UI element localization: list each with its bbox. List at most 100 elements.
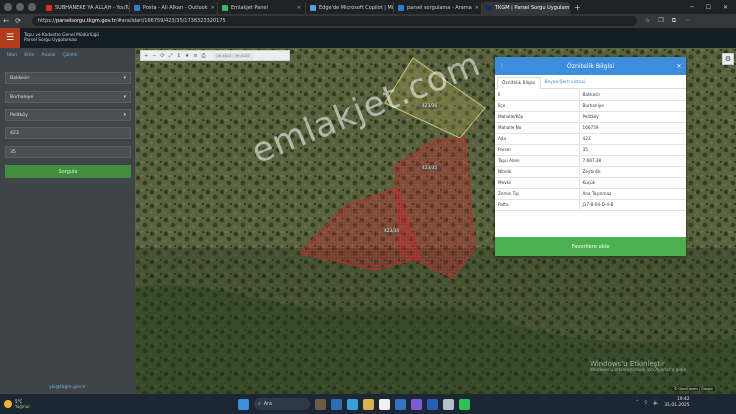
- windows-start-icon[interactable]: [238, 398, 249, 410]
- attribute-row: Parsel 35: [495, 144, 686, 156]
- browser-tab[interactable]: SUBHANEKE YA ALLAH - YouTube✕: [42, 2, 130, 14]
- district-select[interactable]: Burhaniye ▾: [5, 91, 131, 103]
- tab-analiz[interactable]: Analiz: [41, 53, 55, 58]
- whatsapp-icon[interactable]: [459, 398, 470, 410]
- browser-tab[interactable]: Posta - Ali Alkan - Outlook ✕: [130, 2, 218, 14]
- province-select[interactable]: Balıkesir ▾: [5, 72, 131, 84]
- app-title: Tapu ve Kadastro Genel Müdürlüğü Parsel …: [24, 33, 99, 44]
- zoom-in-icon[interactable]: +: [144, 53, 148, 59]
- bookmark-icon[interactable]: ★: [185, 53, 189, 59]
- contact-email[interactable]: yki@tkgm.gov.tr: [0, 385, 135, 390]
- more-icon[interactable]: ⋯: [684, 17, 690, 25]
- attribute-value: Ana Taşınmaz: [579, 188, 686, 200]
- tab-attributes[interactable]: Öznitelik Bilgisi: [497, 77, 541, 89]
- tab-kitle[interactable]: Kitle: [24, 53, 34, 58]
- query-button[interactable]: Sorgula: [5, 165, 131, 178]
- block-input[interactable]: 423: [5, 127, 131, 139]
- attribute-row: İlçe Burhaniye: [495, 100, 686, 112]
- volume-icon[interactable]: 🔈: [653, 400, 659, 406]
- parcel-value: 35: [10, 149, 16, 155]
- browser-tab-label: Emlakjet Panel: [231, 5, 268, 11]
- close-tab-icon[interactable]: ✕: [475, 5, 479, 11]
- minimize-icon[interactable]: ─: [690, 4, 694, 11]
- extensions-icon[interactable]: ⧉: [672, 17, 676, 25]
- neighborhood-select[interactable]: Pelitköy ▾: [5, 109, 131, 121]
- district-value: Burhaniye: [10, 94, 34, 100]
- new-tab-button[interactable]: +: [570, 3, 581, 12]
- settings-app-icon[interactable]: [443, 398, 454, 410]
- tab-cizimli[interactable]: Çizimli: [62, 53, 77, 58]
- favicon-icon: [222, 5, 228, 11]
- close-window-icon[interactable]: ✕: [723, 4, 728, 11]
- neighborhood-value: Pelitköy: [10, 112, 28, 118]
- edge-icon[interactable]: [347, 398, 358, 410]
- browser-tab[interactable]: Edge'de Microsoft Copilot | Micr✕: [306, 2, 394, 14]
- browser-tab-label: parsel sorgulama - Arama: [407, 5, 472, 11]
- taskbar-search-label: Ara: [263, 401, 272, 407]
- chrome-icon[interactable]: [379, 398, 390, 410]
- map-attribution: © OpenLayers | Google: [672, 387, 715, 391]
- reload-icon[interactable]: ⟳: [12, 17, 24, 25]
- close-icon[interactable]: ✕: [672, 63, 686, 70]
- maximize-icon[interactable]: ☐: [706, 4, 711, 11]
- weather-icon: [4, 400, 12, 408]
- parcel-input[interactable]: 35: [5, 146, 131, 158]
- facebook-icon[interactable]: [427, 398, 438, 410]
- clock[interactable]: 19:42 31.01.2025: [664, 397, 689, 409]
- attribute-table: İl Balıkesir İlçe Burhaniye Mahalle/Köy Pelit…: [495, 89, 686, 211]
- gear-icon[interactable]: ⚙: [722, 53, 734, 65]
- app-icon[interactable]: [411, 398, 422, 410]
- wifi-icon[interactable]: ⌔: [644, 400, 649, 406]
- browser-tab[interactable]: TKGM | Parsel Sorgu Uygulaması✕: [482, 2, 570, 14]
- close-tab-icon[interactable]: ✕: [297, 5, 301, 11]
- block-value: 423: [10, 130, 19, 136]
- clock-date: 31.01.2025: [664, 403, 690, 408]
- cow-widget-icon[interactable]: [315, 398, 326, 410]
- parcel-label-423-34: 423/34: [382, 229, 402, 234]
- address-bar-row: ← ⟳ https://parselsorgu.tkgm.gov.tr/#ara…: [0, 14, 736, 28]
- weather-widget[interactable]: 5°C Yağmur: [0, 399, 120, 409]
- app-header: ☰ Tapu ve Kadastro Genel Müdürlüğü Parse…: [0, 28, 736, 48]
- browser-tab-label: Edge'de Microsoft Copilot | Micr: [319, 5, 394, 11]
- back-icon[interactable]: ←: [0, 17, 12, 25]
- browser-tab[interactable]: parsel sorgulama - Arama ✕: [394, 2, 482, 14]
- attribute-row: Nitelik Zeytinlik: [495, 166, 686, 178]
- star-icon[interactable]: ☆: [645, 17, 650, 25]
- taskbar-center: ⌕ Ara: [238, 398, 470, 410]
- zoom-out-icon[interactable]: −: [152, 53, 156, 59]
- task-view-icon[interactable]: [331, 398, 342, 410]
- file-explorer-icon[interactable]: [363, 398, 374, 410]
- extent-icon[interactable]: ⤢: [169, 53, 173, 59]
- attribute-value: Burhaniye: [579, 100, 686, 112]
- list-icon[interactable]: ≡: [193, 53, 197, 59]
- close-tab-icon[interactable]: ✕: [211, 5, 215, 11]
- tab-declarations[interactable]: Beyan/Şerh Listesi: [541, 77, 590, 88]
- print-icon[interactable]: ⎙: [202, 53, 206, 59]
- browser-tab[interactable]: Emlakjet Panel ✕: [218, 2, 306, 14]
- store-icon[interactable]: [395, 398, 406, 410]
- favicon-icon: [134, 5, 140, 11]
- attribute-row: Mahalle No 166759: [495, 122, 686, 134]
- tab-idari[interactable]: İdari: [7, 53, 17, 58]
- menu-button[interactable]: ☰: [0, 28, 20, 48]
- add-favorites-button[interactable]: Favorilere ekle: [495, 237, 686, 256]
- attribute-value: 166759: [579, 122, 686, 134]
- refresh-icon[interactable]: ⟳: [160, 53, 164, 59]
- chevron-up-icon[interactable]: ˄: [636, 400, 639, 406]
- windows-taskbar: 5°C Yağmur ⌕ Ara ˄ ⌔ 🔈 19:42 31.01.2025: [0, 394, 736, 414]
- window-controls: ─ ☐ ✕: [690, 4, 736, 11]
- province-value: Balıkesir: [10, 75, 30, 81]
- window-profile-icons: [0, 3, 42, 11]
- attribute-key: Parsel: [495, 144, 580, 156]
- measure-icon[interactable]: ↕: [177, 53, 181, 59]
- kebab-menu-icon[interactable]: ⋮: [495, 63, 509, 70]
- attribute-value: J17-B-04-D-4-B: [579, 199, 686, 211]
- attribute-value: 7.687,38: [579, 155, 686, 167]
- taskbar-search[interactable]: ⌕ Ara: [254, 398, 310, 410]
- attribute-row: Mevkii Küçük: [495, 177, 686, 189]
- url-field[interactable]: https://parselsorgu.tkgm.gov.tr/#ara/ida…: [32, 16, 637, 26]
- attribute-row: Ada 423: [495, 133, 686, 145]
- weather-desc: Yağmur: [15, 404, 30, 409]
- collections-icon[interactable]: ❐: [658, 17, 663, 25]
- app-title-line2: Parsel Sorgu Uygulaması: [24, 38, 78, 43]
